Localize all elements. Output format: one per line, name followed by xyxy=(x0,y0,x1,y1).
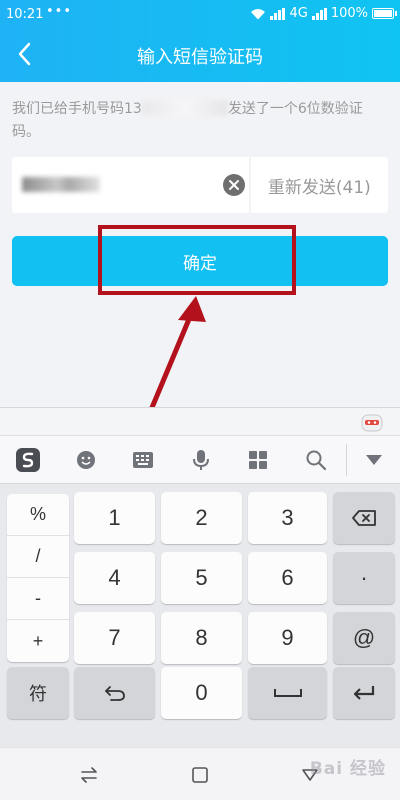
symbol-column: % / - + xyxy=(7,494,69,662)
status-bar: 10:21 ••• 4G 100% xyxy=(0,0,400,30)
enter-key[interactable] xyxy=(333,667,395,719)
key-slash[interactable]: / xyxy=(7,536,69,578)
key-8[interactable]: 8 xyxy=(161,612,242,664)
wifi-icon xyxy=(251,8,266,19)
signal-bars-icon xyxy=(311,7,327,20)
collapse-keyboard-icon[interactable] xyxy=(360,446,388,474)
key-6[interactable]: 6 xyxy=(248,552,327,604)
numeric-keyboard: % / - + 1 2 3 4 5 6 · 7 8 9 @ 符 0 xyxy=(0,407,400,747)
keyboard-layout-icon[interactable] xyxy=(129,446,157,474)
undo-arrow-icon xyxy=(104,686,125,701)
key-percent[interactable]: % xyxy=(7,494,69,536)
key-at[interactable]: @ xyxy=(333,612,395,664)
backspace-key[interactable] xyxy=(333,492,395,544)
key-dot[interactable]: · xyxy=(333,552,395,604)
sms-notice-text-start: 我们已给手机号码13 xyxy=(12,101,142,117)
sogou-logo-icon[interactable] xyxy=(14,446,42,474)
battery-icon xyxy=(372,8,397,19)
key-minus[interactable]: - xyxy=(7,578,69,620)
signal-bars-icon xyxy=(270,7,286,20)
space-key[interactable] xyxy=(248,667,327,719)
enter-icon xyxy=(353,686,375,700)
masked-code-value xyxy=(22,177,100,192)
masked-phone-number xyxy=(141,100,228,116)
code-field-box xyxy=(12,157,249,213)
code-row: 重新发送(41) xyxy=(12,157,388,213)
key-0[interactable]: 0 xyxy=(161,667,242,719)
microphone-icon[interactable] xyxy=(187,446,215,474)
switch-apps-icon[interactable] xyxy=(76,762,102,788)
home-square-icon[interactable] xyxy=(187,762,213,788)
clear-input-button[interactable] xyxy=(222,174,245,196)
system-navigation-bar xyxy=(0,747,400,800)
status-time: 10:21 xyxy=(6,7,44,22)
search-icon[interactable] xyxy=(302,446,330,474)
back-triangle-icon[interactable] xyxy=(297,762,323,788)
toolbar-divider xyxy=(346,444,347,476)
confirm-button[interactable]: 确定 xyxy=(12,236,388,286)
space-icon xyxy=(273,689,302,697)
key-4[interactable]: 4 xyxy=(74,552,155,604)
key-9[interactable]: 9 xyxy=(248,612,327,664)
status-notification-dots: ••• xyxy=(46,4,73,19)
key-plus[interactable]: + xyxy=(7,620,69,662)
return-arrow-key[interactable] xyxy=(74,667,155,719)
status-icons: 4G 100% xyxy=(250,6,397,21)
resend-code-button[interactable]: 重新发送(41) xyxy=(250,157,388,213)
key-1[interactable]: 1 xyxy=(74,492,155,544)
key-5[interactable]: 5 xyxy=(161,552,242,604)
backspace-icon xyxy=(352,510,376,526)
app-header: 10:21 ••• 4G 100% 输入短信验证码 xyxy=(0,0,400,82)
sms-notice: 我们已给手机号码13 发送了一个6位数验证码。 xyxy=(12,98,388,144)
apps-grid-icon[interactable] xyxy=(244,446,272,474)
symbols-key[interactable]: 符 xyxy=(7,667,69,719)
key-7[interactable]: 7 xyxy=(74,612,155,664)
keyboard-top-strip xyxy=(0,408,400,436)
robot-mascot-icon[interactable] xyxy=(360,411,384,433)
network-type: 4G xyxy=(289,6,308,21)
battery-percent: 100% xyxy=(330,6,368,21)
emoji-icon[interactable] xyxy=(72,446,100,474)
page-title: 输入短信验证码 xyxy=(137,47,263,68)
key-2[interactable]: 2 xyxy=(161,492,242,544)
keyboard-toolbar xyxy=(0,436,400,484)
close-icon xyxy=(228,180,239,190)
key-3[interactable]: 3 xyxy=(248,492,327,544)
